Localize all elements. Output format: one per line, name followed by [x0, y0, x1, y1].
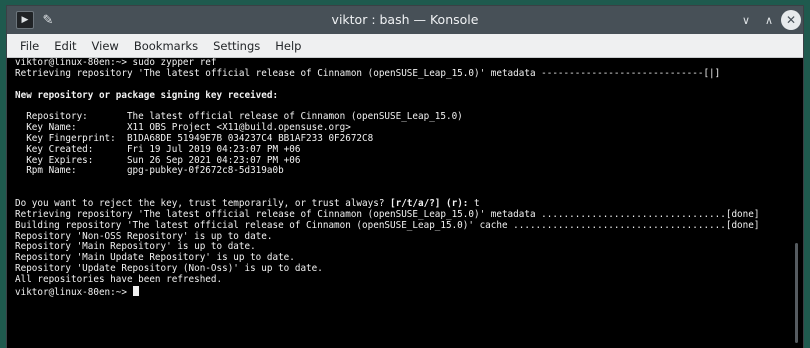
prompt-line: viktor@linux-80en:~> — [15, 285, 790, 298]
menu-settings[interactable]: Settings — [207, 35, 266, 57]
menu-view[interactable]: View — [86, 35, 125, 57]
menu-bookmarks[interactable]: Bookmarks — [128, 35, 204, 57]
title-bar[interactable]: ▶ ✎ viktor : bash — Konsole ∨ ∧ ✕ — [7, 6, 803, 34]
shell-prompt: viktor@linux-80en:~> — [15, 286, 127, 298]
terminal-line: All repositories have been refreshed. — [15, 273, 223, 285]
konsole-window: ▶ ✎ viktor : bash — Konsole ∨ ∧ ✕ File E… — [6, 5, 804, 348]
scrollbar-thumb[interactable] — [795, 243, 798, 343]
terminal-line: Retrieving repository 'The latest offici… — [15, 67, 721, 79]
terminal-output[interactable]: viktor@linux-80en:~> sudo zypper ref Ret… — [7, 58, 790, 348]
menu-file[interactable]: File — [14, 35, 45, 57]
menu-bar: File Edit View Bookmarks Settings Help — [7, 34, 803, 58]
close-icon[interactable]: ✕ — [781, 10, 801, 30]
terminal-line: Key Created: Fri 19 Jul 2019 04:23:07 PM… — [15, 143, 301, 155]
terminal-line: Building repository 'The latest official… — [15, 219, 760, 231]
window-title: viktor : bash — Konsole — [331, 12, 479, 27]
text-cursor — [132, 285, 139, 296]
terminal-line: Rpm Name: gpg-pubkey-0f2672c8-5d319a0b — [15, 165, 284, 177]
menu-edit[interactable]: Edit — [48, 35, 82, 57]
terminal-scrollbar[interactable] — [790, 58, 803, 348]
trust-question: Do you want to reject the key, trust tem… — [15, 197, 385, 209]
menu-help[interactable]: Help — [269, 35, 307, 57]
chevron-down-icon[interactable]: ∨ — [737, 11, 755, 29]
chevron-up-icon[interactable]: ∧ — [760, 11, 778, 29]
key-received-heading: New repository or package signing key re… — [15, 89, 279, 101]
trust-options: [r/t/a/?] (r): — [390, 197, 469, 209]
trust-answer: t — [474, 197, 480, 209]
